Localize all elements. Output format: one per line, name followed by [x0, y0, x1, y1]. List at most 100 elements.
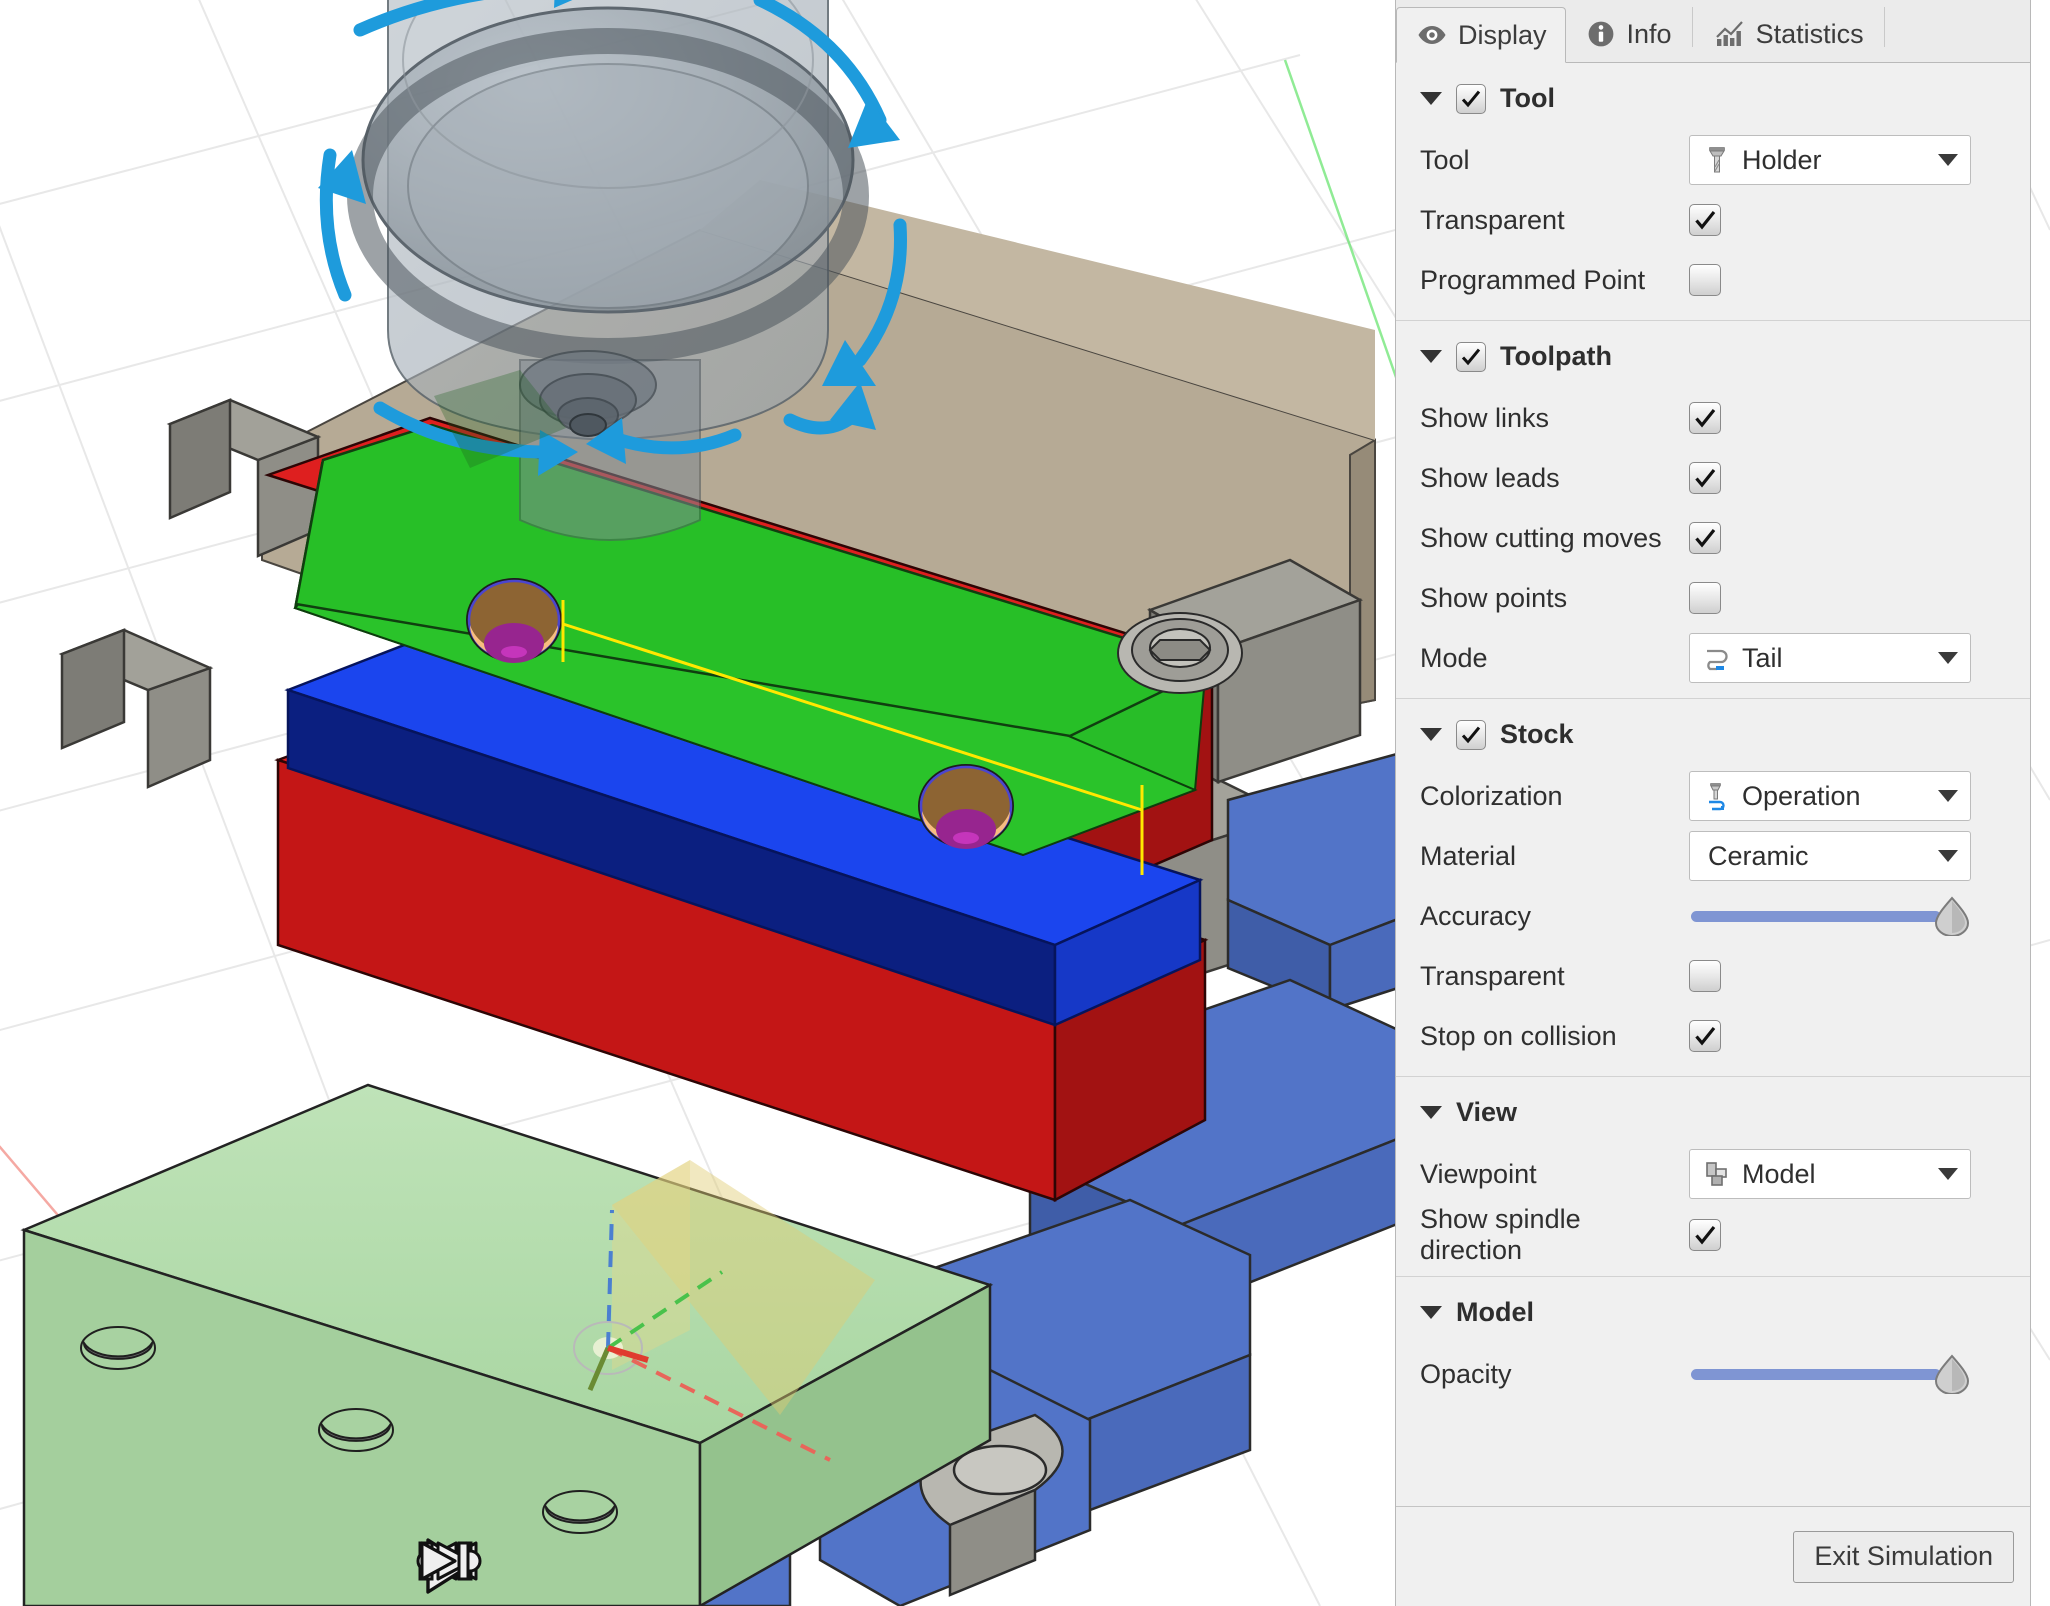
- machine-gray-blocks: [58, 398, 322, 789]
- material-dropdown-value: Ceramic: [1708, 840, 1809, 871]
- tab-separator-2: [1883, 7, 1885, 47]
- row-tool: Tool Holder: [1396, 130, 2030, 190]
- simulation-settings-panel: Display Info Statistics Tool Tool Holder…: [1395, 0, 2031, 1606]
- tool-label: Tool: [1420, 144, 1470, 175]
- tab-statistics[interactable]: Statistics: [1695, 6, 1882, 62]
- tab-display[interactable]: Display: [1396, 7, 1566, 63]
- group-tool-checkbox[interactable]: [1456, 83, 1486, 114]
- table-bolt: [1117, 612, 1243, 694]
- material-label: Material: [1420, 840, 1517, 871]
- show-leads-label: Show leads: [1420, 462, 1560, 493]
- chevron-down-icon[interactable]: [1420, 728, 1442, 741]
- drilled-hole-2: [918, 764, 1014, 849]
- exit-simulation-button[interactable]: Exit Simulation: [1793, 1530, 2014, 1583]
- accuracy-label: Accuracy: [1420, 900, 1532, 931]
- simulation-window: Display Info Statistics Tool Tool Holder…: [0, 0, 2050, 1606]
- group-model: Model Opacity: [1396, 1277, 2030, 1404]
- tab-info[interactable]: Info: [1566, 6, 1690, 62]
- stock-transparent-label: Transparent: [1420, 960, 1565, 991]
- panel-body: Tool Tool Holder Transparent Programmed …: [1396, 63, 2030, 1506]
- playback-controls[interactable]: [416, 1535, 976, 1599]
- tool-dropdown[interactable]: Holder: [1689, 135, 1971, 185]
- group-view-header[interactable]: View: [1396, 1077, 2030, 1144]
- material-dropdown[interactable]: Ceramic: [1689, 831, 1971, 881]
- row-tool-transparent: Transparent: [1396, 190, 2030, 250]
- mode-label: Mode: [1420, 642, 1488, 673]
- row-opacity: Opacity: [1396, 1344, 2030, 1404]
- show-points-checkbox[interactable]: [1689, 582, 1721, 614]
- colorization-dropdown[interactable]: Operation: [1689, 771, 1971, 821]
- step-forward-point-button[interactable]: [420, 1539, 893, 1595]
- skip-to-end-icon: [420, 1541, 470, 1581]
- row-viewpoint: Viewpoint Model: [1396, 1144, 2030, 1204]
- accuracy-slider-track: [1691, 911, 1941, 922]
- chevron-down-icon[interactable]: [1420, 1106, 1442, 1119]
- row-show-links: Show links: [1396, 388, 2030, 448]
- row-colorization: Colorization Operation: [1396, 766, 2030, 826]
- stop-on-collision-label: Stop on collision: [1420, 1020, 1617, 1051]
- panel-tab-bar: Display Info Statistics: [1396, 0, 2030, 63]
- chevron-down-icon: [1938, 1168, 1958, 1180]
- chevron-down-icon[interactable]: [1420, 92, 1442, 105]
- row-show-spindle-direction: Show spindle direction: [1396, 1204, 2030, 1266]
- group-tool-header[interactable]: Tool: [1396, 63, 2030, 130]
- show-cutting-moves-checkbox[interactable]: [1689, 522, 1721, 554]
- mode-dropdown[interactable]: Tail: [1689, 633, 1971, 683]
- group-model-header[interactable]: Model: [1396, 1277, 2030, 1344]
- group-toolpath-checkbox[interactable]: [1456, 341, 1486, 372]
- chevron-down-icon: [1938, 154, 1958, 166]
- group-toolpath-title: Toolpath: [1500, 341, 1612, 371]
- step-forward-button[interactable]: [421, 1539, 810, 1595]
- mode-dropdown-value: Tail: [1742, 642, 1783, 673]
- tool-transparent-checkbox[interactable]: [1689, 204, 1721, 236]
- step-back-point-button[interactable]: [416, 1539, 561, 1595]
- drilled-hole-1: [466, 578, 562, 663]
- chevron-down-icon[interactable]: [1420, 1306, 1442, 1319]
- step-backward-button[interactable]: [420, 1539, 644, 1595]
- group-stock-header[interactable]: Stock: [1396, 699, 2030, 766]
- show-spindle-direction-label: Show spindle direction: [1420, 1204, 1581, 1265]
- row-show-cutting-moves: Show cutting moves: [1396, 508, 2030, 568]
- opacity-slider[interactable]: [1689, 1351, 1971, 1397]
- row-material: Material Ceramic: [1396, 826, 2030, 886]
- show-links-checkbox[interactable]: [1689, 402, 1721, 434]
- chart-bar-icon: [1715, 19, 1745, 49]
- tab-statistics-label: Statistics: [1755, 18, 1864, 49]
- colorization-dropdown-value: Operation: [1742, 780, 1861, 811]
- show-spindle-direction-checkbox[interactable]: [1689, 1219, 1721, 1251]
- row-show-points: Show points: [1396, 568, 2030, 628]
- operation-icon: [1702, 780, 1732, 812]
- group-stock-checkbox[interactable]: [1456, 719, 1486, 750]
- show-points-label: Show points: [1420, 582, 1568, 613]
- stock-transparent-checkbox[interactable]: [1689, 960, 1721, 992]
- chevron-down-icon[interactable]: [1420, 350, 1442, 363]
- programmed-point-checkbox[interactable]: [1689, 264, 1721, 296]
- viewpoint-dropdown-value: Model: [1742, 1158, 1816, 1189]
- row-stop-on-collision: Stop on collision: [1396, 1006, 2030, 1066]
- viewpoint-dropdown[interactable]: Model: [1689, 1149, 1971, 1199]
- tab-separator-1: [1691, 7, 1693, 47]
- group-view-title: View: [1456, 1097, 1518, 1127]
- row-stock-transparent: Transparent: [1396, 946, 2030, 1006]
- group-toolpath-header[interactable]: Toolpath: [1396, 321, 2030, 388]
- group-tool: Tool Tool Holder Transparent Programmed …: [1396, 63, 2030, 321]
- group-stock-title: Stock: [1500, 719, 1574, 749]
- row-show-leads: Show leads: [1396, 448, 2030, 508]
- info-icon: [1586, 19, 1616, 49]
- opacity-slider-track: [1691, 1369, 1941, 1380]
- viewpoint-model-icon: [1702, 1158, 1732, 1190]
- toolpath-tail-icon: [1702, 642, 1732, 674]
- show-links-label: Show links: [1420, 402, 1550, 433]
- show-cutting-moves-label: Show cutting moves: [1420, 522, 1662, 553]
- stop-on-collision-checkbox[interactable]: [1689, 1020, 1721, 1052]
- accuracy-slider[interactable]: [1689, 893, 1971, 939]
- accuracy-slider-knob[interactable]: [1933, 896, 1971, 937]
- group-model-title: Model: [1456, 1297, 1534, 1327]
- tool-holder-icon: [1702, 144, 1732, 176]
- show-leads-checkbox[interactable]: [1689, 462, 1721, 494]
- opacity-slider-knob[interactable]: [1933, 1354, 1971, 1395]
- tool-dropdown-value: Holder: [1742, 144, 1822, 175]
- tool-transparent-label: Transparent: [1420, 204, 1565, 235]
- play-button[interactable]: [426, 1538, 727, 1595]
- skip-to-end-button[interactable]: [420, 1539, 976, 1595]
